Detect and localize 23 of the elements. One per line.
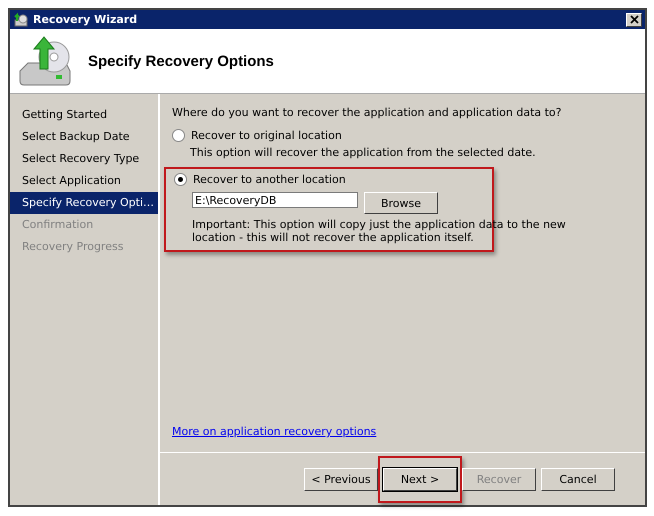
wizard-button[interactable]: Cancel [541,468,615,490]
option-description: This option will recover the application from the selected date. [190,146,537,159]
page-heading: Specify Recovery Options [88,52,274,70]
question-text: Where do you want to recover the application and application data to? [172,106,563,119]
step-item[interactable]: Specify Recovery Opti… [10,192,158,214]
close-icon [630,15,638,24]
app-icon [13,12,29,28]
window-title: Recovery Wizard [33,13,138,26]
wizard-button[interactable]: < Previous [304,468,378,490]
wizard-button[interactable]: Next > [383,468,457,490]
step-item[interactable]: Select Application [10,170,158,192]
option-label[interactable]: Recover to original location [191,129,342,142]
option-label[interactable]: Recover to another location [193,173,346,186]
step-item[interactable]: Getting Started [10,104,158,126]
step-item[interactable]: Select Backup Date [10,126,158,148]
step-item[interactable]: Select Recovery Type [10,148,158,170]
help-link[interactable]: More on application recovery options [172,425,645,438]
path-field[interactable]: E:\RecoveryDB [192,192,358,208]
radio-button[interactable] [174,173,187,186]
browse-button[interactable]: Browse [364,192,438,214]
disk-recovery-icon [18,35,72,87]
close-button[interactable] [626,12,642,26]
radio-button[interactable] [172,129,185,142]
